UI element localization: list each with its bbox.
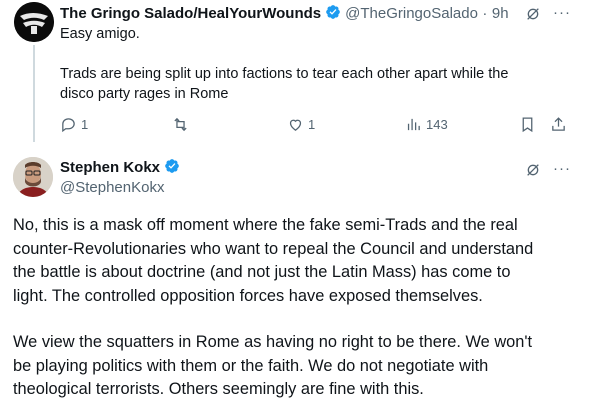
main-tweet-header: Stephen Kokx bbox=[60, 158, 184, 177]
avatar[interactable] bbox=[14, 2, 54, 42]
tweet-paragraph: We view the squatters in Rome as having … bbox=[13, 331, 583, 402]
like-button[interactable]: 1 bbox=[287, 116, 315, 133]
bookmark-icon bbox=[522, 117, 533, 133]
share-icon bbox=[552, 117, 565, 131]
tweet-paragraph: No, this is a mask off moment where the … bbox=[13, 214, 583, 308]
text-line: theological terrorists. Others seemingly… bbox=[13, 380, 424, 398]
author-handle[interactable]: @TheGringoSalado bbox=[345, 5, 478, 22]
reply-text-line: Easy amigo. bbox=[60, 26, 140, 42]
more-options-icon[interactable]: ··· bbox=[553, 160, 571, 177]
retweet-button[interactable] bbox=[172, 116, 193, 133]
avatar[interactable] bbox=[13, 157, 53, 197]
heart-icon bbox=[289, 119, 302, 131]
reply-header: The Gringo Salado/HealYourWounds @TheGrin… bbox=[60, 4, 509, 23]
grok-icon[interactable] bbox=[525, 162, 541, 183]
grok-icon[interactable] bbox=[525, 6, 541, 27]
logo-icon bbox=[14, 2, 54, 42]
timestamp[interactable]: 9h bbox=[492, 5, 509, 22]
thread-connector bbox=[33, 45, 35, 142]
reply-text-line: Trads are being split up into factions t… bbox=[60, 66, 509, 82]
author-name[interactable]: The Gringo Salado/HealYourWounds bbox=[60, 5, 321, 22]
verified-badge-icon bbox=[325, 4, 341, 20]
like-count: 1 bbox=[308, 117, 316, 132]
reply-count: 1 bbox=[81, 117, 89, 132]
reply-button[interactable]: 1 bbox=[60, 116, 88, 133]
author-handle[interactable]: @StephenKokx bbox=[60, 179, 164, 196]
separator-dot: · bbox=[482, 5, 488, 22]
tweet-body: No, this is a mask off moment where the … bbox=[13, 214, 583, 402]
retweet-icon bbox=[174, 117, 187, 132]
share-button[interactable] bbox=[550, 116, 567, 133]
author-name[interactable]: Stephen Kokx bbox=[60, 159, 160, 176]
reply-icon bbox=[62, 118, 75, 133]
text-line: light. The controlled opposition forces … bbox=[13, 286, 483, 305]
reply-text-line: disco party rages in Rome bbox=[60, 86, 229, 102]
text-line: the battle is about doctrine (and not ju… bbox=[13, 263, 511, 281]
text-line: We view the squatters in Rome as having … bbox=[13, 333, 533, 351]
text-line: be playing politics with them or the fai… bbox=[13, 356, 489, 375]
bookmark-button[interactable] bbox=[519, 116, 536, 133]
verified-badge-icon bbox=[164, 158, 180, 174]
views-button[interactable]: 143 bbox=[405, 116, 448, 133]
view-count: 143 bbox=[426, 117, 448, 132]
text-line: No, this is a mask off moment where the … bbox=[13, 216, 518, 234]
bar-chart-icon bbox=[407, 118, 420, 131]
more-options-icon[interactable]: ··· bbox=[553, 4, 571, 21]
text-line: counter-Revolutionaries who want to repe… bbox=[13, 239, 534, 258]
profile-photo-icon bbox=[13, 157, 53, 197]
